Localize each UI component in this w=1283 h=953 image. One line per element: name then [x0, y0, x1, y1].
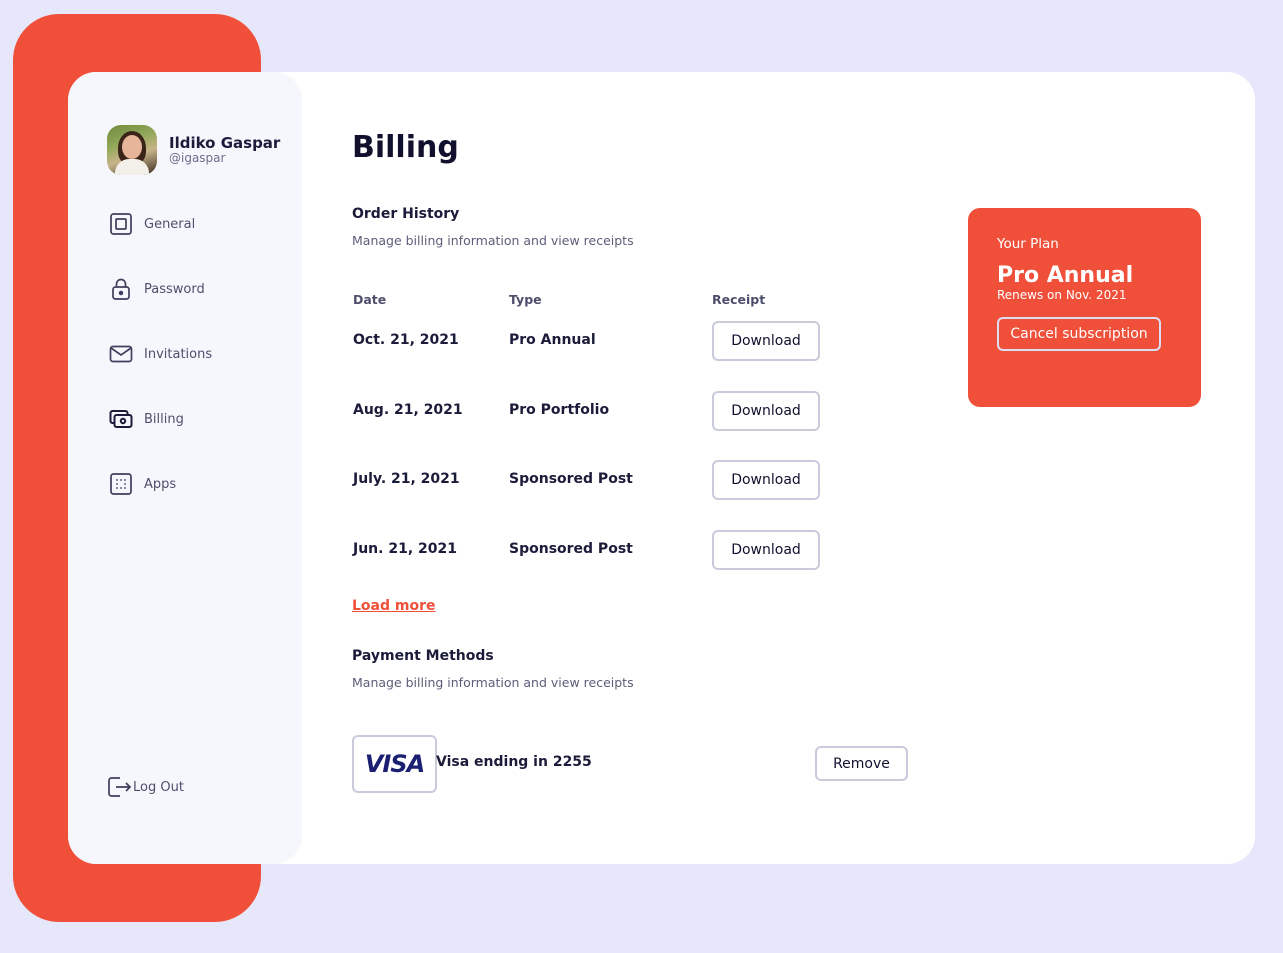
cancel-subscription-button[interactable]: Cancel subscription [997, 317, 1161, 351]
sidebar-item-label: Apps [144, 476, 177, 492]
user-profile[interactable]: Ildiko Gaspar @igaspar [107, 125, 280, 175]
logout-button[interactable]: Log Out [106, 774, 184, 800]
column-header-receipt: Receipt [712, 292, 766, 307]
sidebar-item-apps[interactable]: Apps [108, 471, 212, 497]
card-description: Visa ending in 2255 [436, 754, 592, 770]
plan-name: Pro Annual [997, 263, 1134, 288]
square-icon [110, 213, 132, 235]
user-name: Ildiko Gaspar [169, 134, 281, 152]
column-header-type: Type [509, 292, 542, 307]
logout-icon [108, 777, 132, 797]
download-receipt-button[interactable]: Download [712, 321, 820, 361]
sidebar-item-general[interactable]: General [108, 211, 212, 237]
download-receipt-button[interactable]: Download [712, 391, 820, 431]
sidebar-nav: General Password Invitations Billing App… [108, 211, 212, 536]
order-date: Jun. 21, 2021 [353, 541, 457, 557]
order-date: Aug. 21, 2021 [353, 402, 463, 418]
user-handle: @igaspar [169, 151, 226, 165]
sidebar-item-invitations[interactable]: Invitations [108, 341, 212, 367]
sidebar-item-label: Password [144, 281, 205, 297]
settings-card: Ildiko Gaspar @igaspar General Password [68, 72, 1255, 864]
table-row: Jun. 21, 2021 Sponsored Post Download [352, 530, 832, 570]
plan-card: Your Plan Pro Annual Renews on Nov. 2021… [968, 208, 1201, 407]
visa-logo: VISA [364, 750, 425, 778]
page-title: Billing [352, 130, 459, 165]
sidebar-item-label: Invitations [144, 346, 213, 362]
order-history-title: Order History [352, 206, 460, 222]
table-row: Oct. 21, 2021 Pro Annual Download [352, 321, 832, 361]
plan-label: Your Plan [997, 236, 1059, 252]
plan-renewal: Renews on Nov. 2021 [997, 288, 1127, 302]
remove-card-button[interactable]: Remove [815, 746, 908, 781]
table-row: July. 21, 2021 Sponsored Post Download [352, 460, 832, 500]
card-brand-logo: VISA [352, 735, 437, 793]
order-type: Sponsored Post [509, 471, 633, 487]
payment-methods-subtitle: Manage billing information and view rece… [352, 675, 634, 690]
payment-methods-title: Payment Methods [352, 648, 494, 664]
sidebar: Ildiko Gaspar @igaspar General Password [68, 72, 302, 864]
order-history-subtitle: Manage billing information and view rece… [352, 233, 634, 248]
sidebar-item-label: Billing [144, 411, 184, 427]
order-date: July. 21, 2021 [353, 471, 460, 487]
table-row: Aug. 21, 2021 Pro Portfolio Download [352, 391, 832, 431]
order-type: Pro Annual [509, 332, 596, 348]
wallet-icon [109, 410, 133, 428]
order-type: Pro Portfolio [509, 402, 610, 418]
mail-icon [109, 345, 133, 363]
column-header-date: Date [353, 292, 387, 307]
sidebar-item-billing[interactable]: Billing [108, 406, 212, 432]
lock-icon [112, 278, 130, 300]
sidebar-item-password[interactable]: Password [108, 276, 212, 302]
sidebar-item-label: General [144, 216, 196, 232]
order-type: Sponsored Post [509, 541, 633, 557]
download-receipt-button[interactable]: Download [712, 460, 820, 500]
logout-label: Log Out [133, 779, 184, 795]
order-date: Oct. 21, 2021 [353, 332, 459, 348]
apps-grid-icon [110, 473, 132, 495]
avatar [107, 125, 157, 175]
load-more-link[interactable]: Load more [352, 598, 436, 614]
download-receipt-button[interactable]: Download [712, 530, 820, 570]
